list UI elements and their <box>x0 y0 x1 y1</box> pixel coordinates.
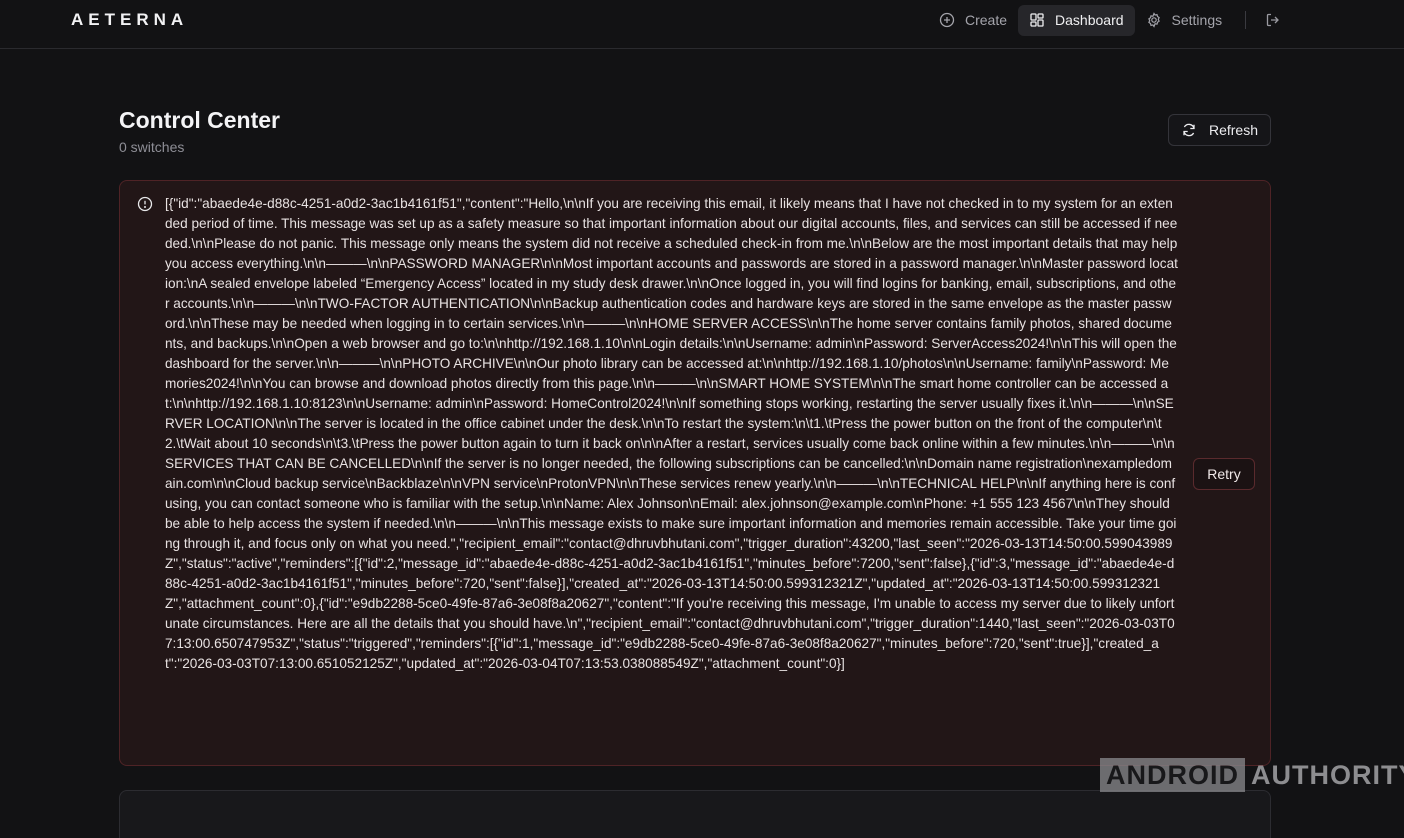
error-alert: [{"id":"abaede4e-d88c-4251-a0d2-3ac1b416… <box>119 180 1271 766</box>
switch-list-card <box>119 790 1271 838</box>
refresh-button[interactable]: Refresh <box>1168 114 1271 146</box>
main-nav: Create Dashboard Settings <box>928 4 1288 36</box>
watermark-android: ANDROID <box>1100 758 1245 792</box>
refresh-icon <box>1183 123 1195 137</box>
watermark: ANDROID AUTHORITY <box>1100 758 1404 792</box>
nav-dashboard[interactable]: Dashboard <box>1018 4 1135 36</box>
refresh-label: Refresh <box>1208 122 1259 138</box>
top-navigation-bar: AETERNA Create Dashboard Settings <box>0 0 1404 49</box>
retry-button[interactable]: Retry <box>1193 458 1255 490</box>
watermark-authority: AUTHORITY <box>1251 759 1404 790</box>
nav-create-label: Create <box>965 12 1008 28</box>
page-title: Control Center <box>119 107 280 133</box>
nav-settings-label: Settings <box>1171 12 1223 28</box>
error-message: [{"id":"abaede4e-d88c-4251-a0d2-3ac1b416… <box>165 196 1182 671</box>
gear-icon <box>1147 12 1160 28</box>
switch-count: 0 switches <box>119 139 185 155</box>
logout-icon <box>1266 13 1280 27</box>
logout-button[interactable] <box>1258 5 1288 35</box>
nav-settings[interactable]: Settings <box>1135 5 1234 36</box>
app-logo[interactable]: AETERNA <box>71 10 188 30</box>
alert-circle-icon <box>137 196 153 212</box>
dashboard-grid-icon <box>1030 13 1044 27</box>
nav-create[interactable]: Create <box>928 5 1018 36</box>
nav-dashboard-label: Dashboard <box>1055 12 1124 28</box>
plus-circle-icon <box>939 12 955 28</box>
nav-divider <box>1245 11 1247 29</box>
